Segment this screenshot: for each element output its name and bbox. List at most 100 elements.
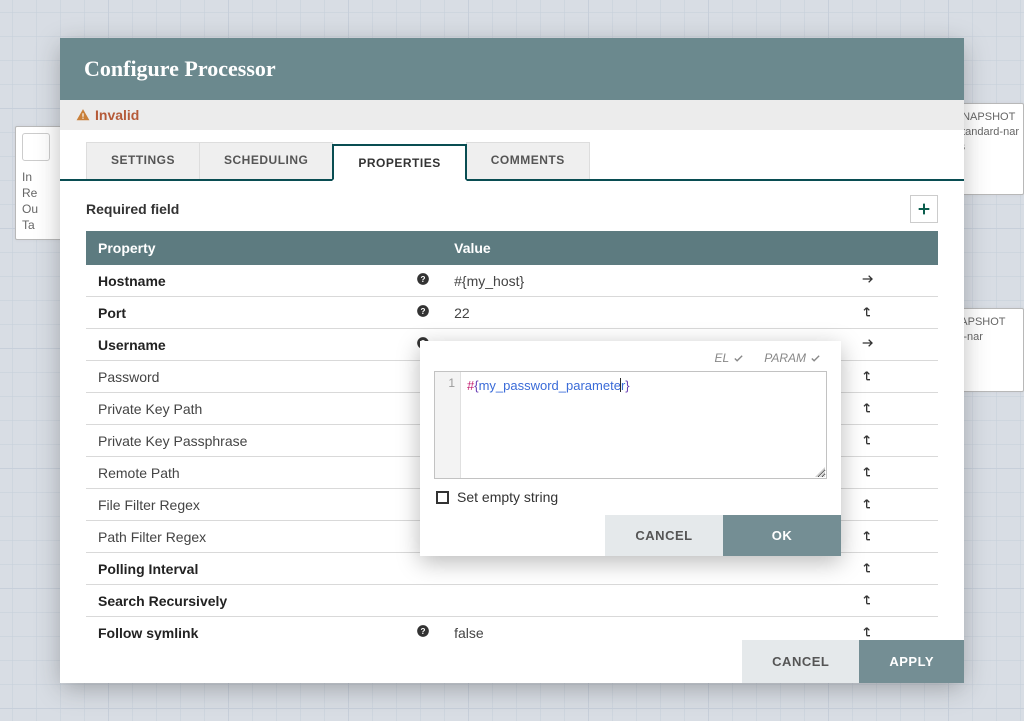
editor-gutter: 1 bbox=[435, 372, 461, 478]
property-name: Remote Path bbox=[98, 465, 180, 481]
popover-ok-button[interactable]: OK bbox=[723, 515, 841, 556]
property-name: Port bbox=[98, 305, 126, 321]
add-property-button[interactable] bbox=[910, 195, 938, 223]
arrow-up-icon[interactable] bbox=[860, 399, 876, 418]
property-name: Hostname bbox=[98, 273, 166, 289]
property-action-cell bbox=[848, 425, 938, 456]
property-row[interactable]: Polling Interval bbox=[86, 553, 938, 585]
param-label: PARAM bbox=[764, 351, 806, 365]
property-action-cell bbox=[848, 553, 938, 584]
property-name: Password bbox=[98, 369, 159, 385]
property-name-cell: Search Recursively bbox=[86, 585, 442, 616]
warning-icon bbox=[76, 108, 90, 122]
popover-cancel-button[interactable]: CANCEL bbox=[605, 515, 723, 556]
arrow-up-icon[interactable] bbox=[860, 463, 876, 482]
processor-type-icon bbox=[22, 133, 50, 161]
property-row[interactable]: Port?22 bbox=[86, 297, 938, 329]
check-icon bbox=[733, 353, 744, 364]
tab-comments[interactable]: COMMENTS bbox=[466, 142, 590, 179]
property-action-cell bbox=[848, 457, 938, 488]
property-name: Polling Interval bbox=[98, 561, 198, 577]
tab-settings[interactable]: SETTINGS bbox=[86, 142, 200, 179]
line-number: 1 bbox=[448, 376, 455, 390]
property-action-cell bbox=[848, 361, 938, 392]
help-icon[interactable]: ? bbox=[416, 304, 430, 321]
text-caret bbox=[620, 378, 621, 392]
property-name-cell: Password bbox=[86, 361, 442, 392]
col-value: Value bbox=[442, 231, 848, 265]
svg-text:?: ? bbox=[421, 627, 426, 636]
plus-icon bbox=[916, 201, 932, 217]
property-action-cell bbox=[848, 585, 938, 616]
modal-title: Configure Processor bbox=[60, 38, 964, 100]
editor-status: EL PARAM bbox=[420, 347, 841, 371]
el-supported: EL bbox=[715, 351, 745, 365]
property-action-cell bbox=[848, 329, 938, 360]
el-label: EL bbox=[715, 351, 730, 365]
tab-properties[interactable]: PROPERTIES bbox=[332, 144, 466, 181]
property-name-cell: Private Key Path bbox=[86, 393, 442, 424]
popover-actions: CANCEL OK bbox=[420, 515, 841, 556]
property-name: Search Recursively bbox=[98, 593, 227, 609]
set-empty-string-checkbox[interactable] bbox=[436, 491, 449, 504]
property-row[interactable]: Hostname?#{my_host} bbox=[86, 265, 938, 297]
arrow-up-icon[interactable] bbox=[860, 495, 876, 514]
arrow-right-icon[interactable] bbox=[860, 271, 876, 290]
property-action-cell bbox=[848, 265, 938, 296]
tab-bar: SETTINGS SCHEDULING PROPERTIES COMMENTS bbox=[60, 130, 964, 181]
property-value-cell[interactable]: false bbox=[442, 617, 848, 640]
editor-textarea[interactable]: #{my_password_parameter} bbox=[461, 372, 826, 478]
svg-text:?: ? bbox=[421, 307, 426, 316]
col-actions bbox=[848, 231, 938, 265]
status-bar: Invalid bbox=[60, 100, 964, 130]
resize-handle-icon[interactable] bbox=[813, 465, 825, 477]
svg-text:?: ? bbox=[421, 275, 426, 284]
property-name: Private Key Passphrase bbox=[98, 433, 247, 449]
value-editor-popover: EL PARAM 1 #{my_password_parameter} Set … bbox=[420, 341, 841, 556]
required-field-label: Required field bbox=[86, 201, 179, 217]
invalid-badge: Invalid bbox=[76, 107, 139, 123]
check-icon bbox=[810, 353, 821, 364]
arrow-right-icon[interactable] bbox=[860, 335, 876, 354]
param-supported: PARAM bbox=[764, 351, 821, 365]
invalid-label: Invalid bbox=[95, 107, 139, 123]
cancel-button[interactable]: CANCEL bbox=[742, 640, 859, 683]
property-name: Private Key Path bbox=[98, 401, 202, 417]
property-name-cell: Port? bbox=[86, 297, 442, 328]
property-action-cell bbox=[848, 297, 938, 328]
arrow-up-icon[interactable] bbox=[860, 367, 876, 386]
property-value-cell[interactable]: #{my_host} bbox=[442, 265, 848, 296]
property-row[interactable]: Search Recursively bbox=[86, 585, 938, 617]
set-empty-string-label: Set empty string bbox=[457, 489, 558, 505]
property-name: Path Filter Regex bbox=[98, 529, 206, 545]
arrow-up-icon[interactable] bbox=[860, 431, 876, 450]
property-value-cell[interactable]: 22 bbox=[442, 297, 848, 328]
property-name-cell: Polling Interval bbox=[86, 553, 442, 584]
property-name: Username bbox=[98, 337, 166, 353]
property-value-cell[interactable] bbox=[442, 585, 848, 616]
help-icon[interactable]: ? bbox=[416, 272, 430, 289]
arrow-up-icon[interactable] bbox=[860, 303, 876, 322]
property-action-cell bbox=[848, 393, 938, 424]
value-editor[interactable]: 1 #{my_password_parameter} bbox=[434, 371, 827, 479]
property-name-cell: Path Filter Regex bbox=[86, 521, 442, 552]
apply-button[interactable]: APPLY bbox=[859, 640, 964, 683]
property-name-cell: File Filter Regex bbox=[86, 489, 442, 520]
property-value-cell[interactable] bbox=[442, 553, 848, 584]
arrow-up-icon[interactable] bbox=[860, 623, 876, 640]
arrow-up-icon[interactable] bbox=[860, 527, 876, 546]
modal-footer: CANCEL APPLY bbox=[60, 640, 964, 683]
property-name-cell: Username? bbox=[86, 329, 442, 360]
property-action-cell bbox=[848, 489, 938, 520]
tab-scheduling[interactable]: SCHEDULING bbox=[199, 142, 333, 179]
property-row[interactable]: Follow symlink?false bbox=[86, 617, 938, 640]
property-name-cell: Hostname? bbox=[86, 265, 442, 296]
property-name: Follow symlink bbox=[98, 625, 198, 641]
property-action-cell bbox=[848, 617, 938, 640]
property-name-cell: Follow symlink? bbox=[86, 617, 442, 640]
set-empty-string-row[interactable]: Set empty string bbox=[420, 479, 841, 515]
property-name-cell: Remote Path bbox=[86, 457, 442, 488]
arrow-up-icon[interactable] bbox=[860, 591, 876, 610]
arrow-up-icon[interactable] bbox=[860, 559, 876, 578]
help-icon[interactable]: ? bbox=[416, 624, 430, 640]
